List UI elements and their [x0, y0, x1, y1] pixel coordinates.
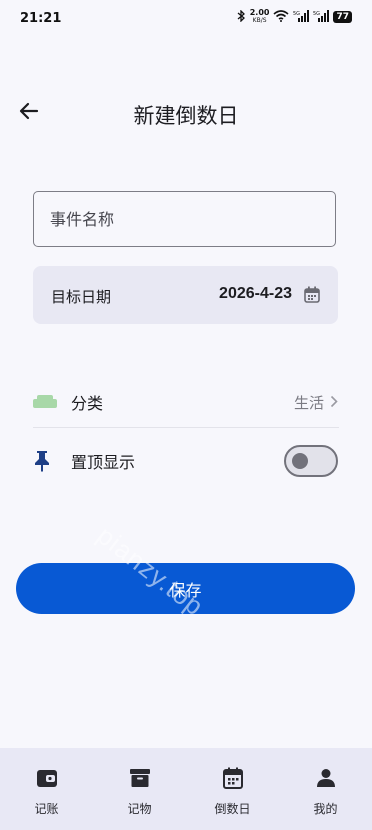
status-bar: 21:21 2.00 KB/S 5G 5G 77 [0, 0, 372, 36]
event-name-field[interactable] [33, 191, 336, 247]
pin-toggle[interactable] [284, 445, 338, 477]
nav-item-mine[interactable]: 我的 [279, 748, 372, 830]
nav-label-countdown: 倒数日 [214, 802, 251, 816]
signal-5g-icon-1: 5G [293, 9, 310, 25]
speed-unit: KB/S [252, 17, 267, 24]
svg-text:5G: 5G [293, 11, 300, 17]
status-time: 21:21 [20, 11, 62, 26]
bottom-nav: 记账 记物 倒数日 我的 [0, 748, 372, 830]
pin-label: 置顶显示 [71, 453, 136, 472]
target-date-label: 目标日期 [51, 288, 112, 306]
pin-icon [33, 450, 59, 472]
category-row[interactable]: 分类 生活 [33, 378, 338, 426]
person-icon [316, 766, 336, 790]
nav-item-items[interactable]: 记物 [93, 748, 186, 830]
signal-5g-icon-2: 5G [313, 9, 330, 25]
target-date-value: 2026-4-23 [219, 285, 292, 302]
archive-box-icon [129, 766, 151, 790]
wifi-icon [273, 9, 289, 25]
bluetooth-icon [236, 8, 246, 25]
wallet-icon [36, 766, 58, 790]
page-title: 新建倒数日 [133, 104, 239, 128]
nav-label-mine: 我的 [313, 802, 338, 816]
battery-indicator: 77 [333, 11, 352, 23]
sofa-icon [33, 394, 59, 410]
svg-text:5G: 5G [313, 11, 320, 17]
app-bar: 新建倒数日 [0, 94, 372, 134]
nav-label-bookkeeping: 记账 [34, 802, 59, 816]
speed-value: 2.00 [249, 8, 270, 17]
chevron-right-icon [330, 393, 338, 412]
event-name-input[interactable] [34, 192, 335, 246]
toggle-knob [292, 453, 308, 469]
category-label: 分类 [71, 394, 104, 413]
nav-item-bookkeeping[interactable]: 记账 [0, 748, 93, 830]
calendar-icon [222, 766, 243, 790]
status-icons: 2.00 KB/S 5G 5G 77 [236, 9, 352, 25]
divider [33, 427, 339, 428]
save-button[interactable]: 保存 [16, 563, 355, 614]
nav-item-countdown[interactable]: 倒数日 [186, 748, 279, 830]
calendar-icon [304, 286, 320, 307]
nav-label-items: 记物 [127, 802, 152, 816]
category-value: 生活 [293, 393, 324, 412]
pin-row: 置顶显示 [33, 437, 338, 485]
network-speed: 2.00 KB/S [250, 9, 270, 25]
target-date-picker[interactable]: 目标日期 2026-4-23 [33, 266, 338, 324]
